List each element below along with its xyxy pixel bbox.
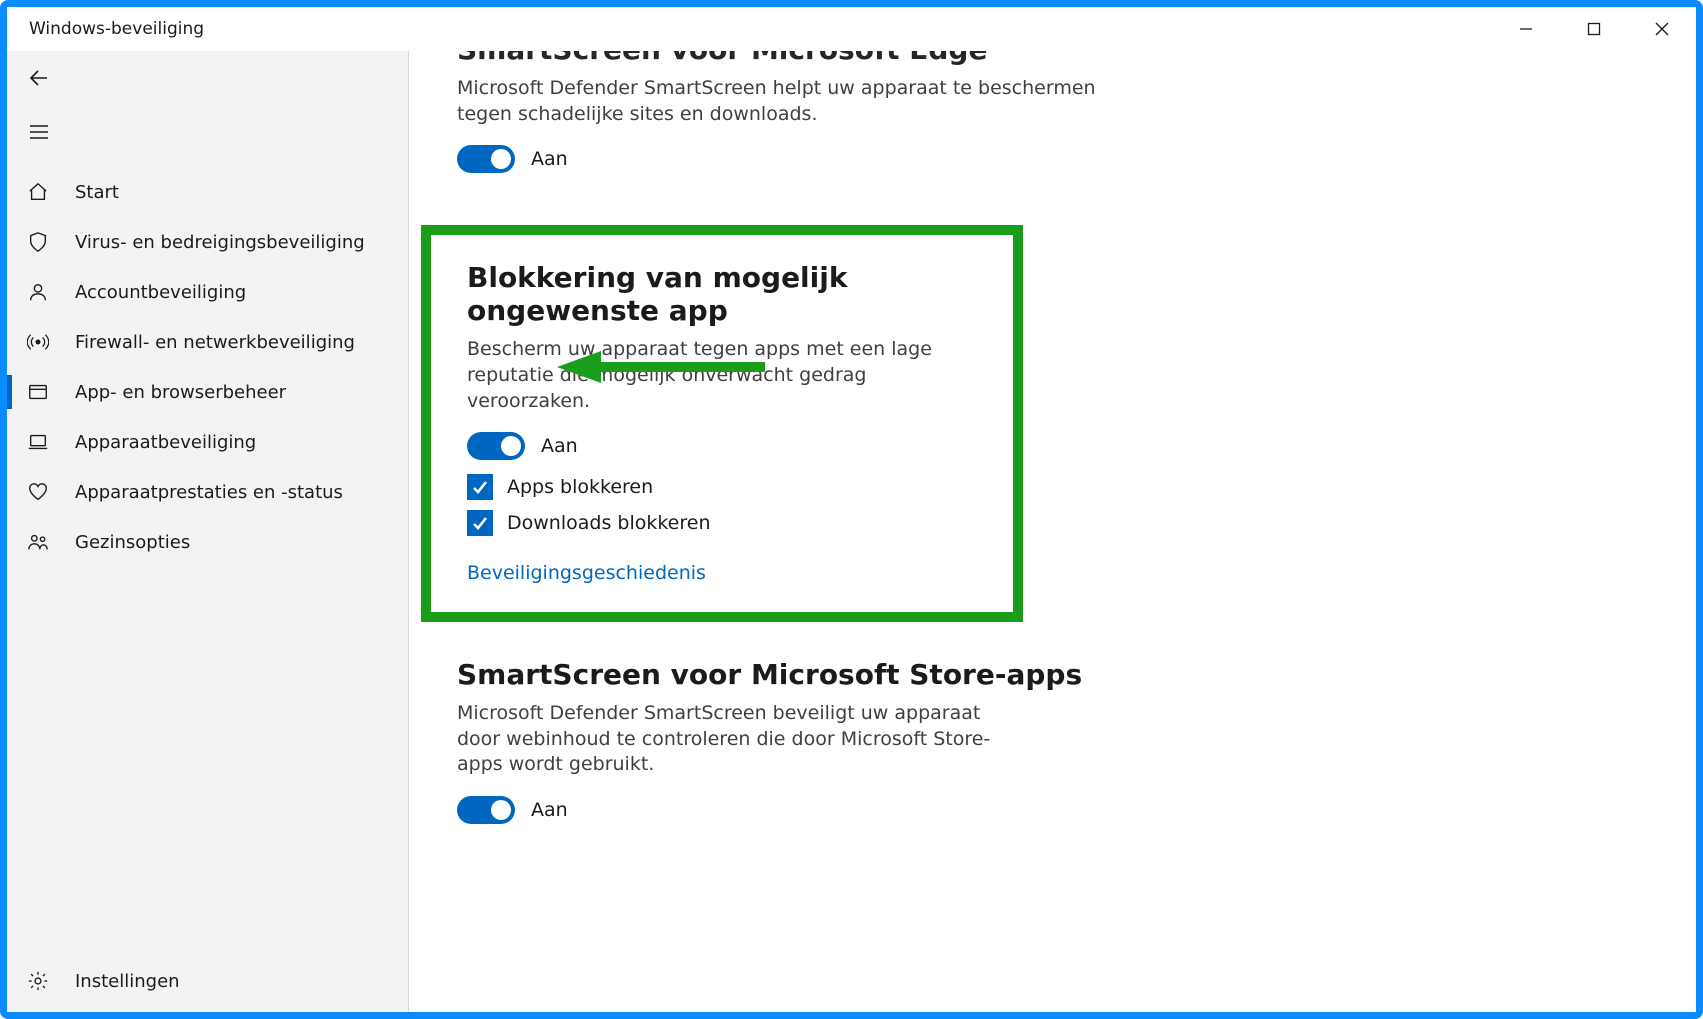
checkbox-row-apps: Apps blokkeren bbox=[467, 474, 985, 500]
sidebar-item-label: Instellingen bbox=[75, 971, 180, 992]
window-controls bbox=[1492, 7, 1696, 51]
sidebar-item-home[interactable]: Start bbox=[7, 167, 408, 217]
content-pane: SmartScreen voor Microsoft Edge Microsof… bbox=[409, 51, 1696, 1012]
sidebar-item-device[interactable]: Apparaatbeveiliging bbox=[7, 417, 408, 467]
section-heading-store: SmartScreen voor Microsoft Store-apps bbox=[457, 658, 1117, 691]
sidebar-top-controls bbox=[7, 51, 408, 159]
toggle-label-pua: Aan bbox=[541, 435, 578, 457]
gear-icon bbox=[25, 968, 51, 994]
window-frame: Windows-beveiliging bbox=[0, 0, 1703, 1019]
home-icon bbox=[25, 179, 51, 205]
antenna-icon bbox=[25, 329, 51, 355]
sidebar-item-label: Accountbeveiliging bbox=[75, 282, 246, 303]
sidebar-item-label: Apparaatbeveiliging bbox=[75, 432, 256, 453]
toggle-row-store: Aan bbox=[457, 796, 1117, 824]
sidebar-item-health[interactable]: Apparaatprestaties en -status bbox=[7, 467, 408, 517]
sidebar-bottom: Instellingen bbox=[7, 956, 408, 1012]
section-desc-store: Microsoft Defender SmartScreen beveiligt… bbox=[457, 701, 1017, 778]
section-heading-edge: SmartScreen voor Microsoft Edge bbox=[457, 51, 1117, 66]
sidebar-item-label: Firewall- en netwerkbeveiliging bbox=[75, 332, 355, 353]
sidebar-item-label: Apparaatprestaties en -status bbox=[75, 482, 343, 503]
checkbox-row-downloads: Downloads blokkeren bbox=[467, 510, 985, 536]
sidebar-item-firewall[interactable]: Firewall- en netwerkbeveiliging bbox=[7, 317, 408, 367]
section-desc-edge: Microsoft Defender SmartScreen helpt uw … bbox=[457, 76, 1117, 127]
link-security-history[interactable]: Beveiligingsgeschiedenis bbox=[467, 562, 706, 584]
toggle-row-pua: Aan bbox=[467, 432, 985, 460]
close-button[interactable] bbox=[1628, 7, 1696, 51]
checkbox-label-apps: Apps blokkeren bbox=[507, 476, 653, 498]
checkbox-label-downloads: Downloads blokkeren bbox=[507, 512, 711, 534]
maximize-button[interactable] bbox=[1560, 7, 1628, 51]
toggle-label-store: Aan bbox=[531, 799, 568, 821]
window-title: Windows-beveiliging bbox=[29, 19, 204, 39]
minimize-button[interactable] bbox=[1492, 7, 1560, 51]
person-icon bbox=[25, 279, 51, 305]
section-store: SmartScreen voor Microsoft Store-apps Mi… bbox=[457, 658, 1117, 824]
sidebar-items: Start Virus- en bedreigingsbeveiliging A… bbox=[7, 167, 408, 567]
checkbox-downloads[interactable] bbox=[467, 510, 493, 536]
laptop-icon bbox=[25, 429, 51, 455]
highlight-annotation-box: Blokkering van mogelijk ongewenste app B… bbox=[421, 225, 1023, 622]
sidebar-item-label: Gezinsopties bbox=[75, 532, 190, 553]
section-heading-pua: Blokkering van mogelijk ongewenste app bbox=[467, 261, 985, 327]
hamburger-button[interactable] bbox=[7, 105, 71, 159]
sidebar-item-virus[interactable]: Virus- en bedreigingsbeveiliging bbox=[7, 217, 408, 267]
toggle-store[interactable] bbox=[457, 796, 515, 824]
shield-icon bbox=[25, 229, 51, 255]
toggle-row-edge: Aan bbox=[457, 145, 1117, 173]
sidebar-item-account[interactable]: Accountbeveiliging bbox=[7, 267, 408, 317]
sidebar: Start Virus- en bedreigingsbeveiliging A… bbox=[7, 51, 409, 1012]
toggle-pua[interactable] bbox=[467, 432, 525, 460]
browser-icon bbox=[25, 379, 51, 405]
sidebar-item-label: App- en browserbeheer bbox=[75, 382, 286, 403]
titlebar: Windows-beveiliging bbox=[7, 7, 1696, 51]
sidebar-item-app-browser[interactable]: App- en browserbeheer bbox=[7, 367, 408, 417]
sidebar-item-family[interactable]: Gezinsopties bbox=[7, 517, 408, 567]
sidebar-item-label: Start bbox=[75, 182, 119, 203]
checkbox-apps[interactable] bbox=[467, 474, 493, 500]
toggle-label-edge: Aan bbox=[531, 148, 568, 170]
sidebar-item-settings[interactable]: Instellingen bbox=[7, 956, 408, 1006]
toggle-edge[interactable] bbox=[457, 145, 515, 173]
family-icon bbox=[25, 529, 51, 555]
window-body: Start Virus- en bedreigingsbeveiliging A… bbox=[7, 51, 1696, 1012]
back-button[interactable] bbox=[7, 51, 71, 105]
content-inner: SmartScreen voor Microsoft Edge Microsof… bbox=[457, 51, 1117, 824]
section-desc-pua: Bescherm uw apparaat tegen apps met een … bbox=[467, 337, 985, 414]
heart-icon bbox=[25, 479, 51, 505]
sidebar-item-label: Virus- en bedreigingsbeveiliging bbox=[75, 232, 365, 253]
